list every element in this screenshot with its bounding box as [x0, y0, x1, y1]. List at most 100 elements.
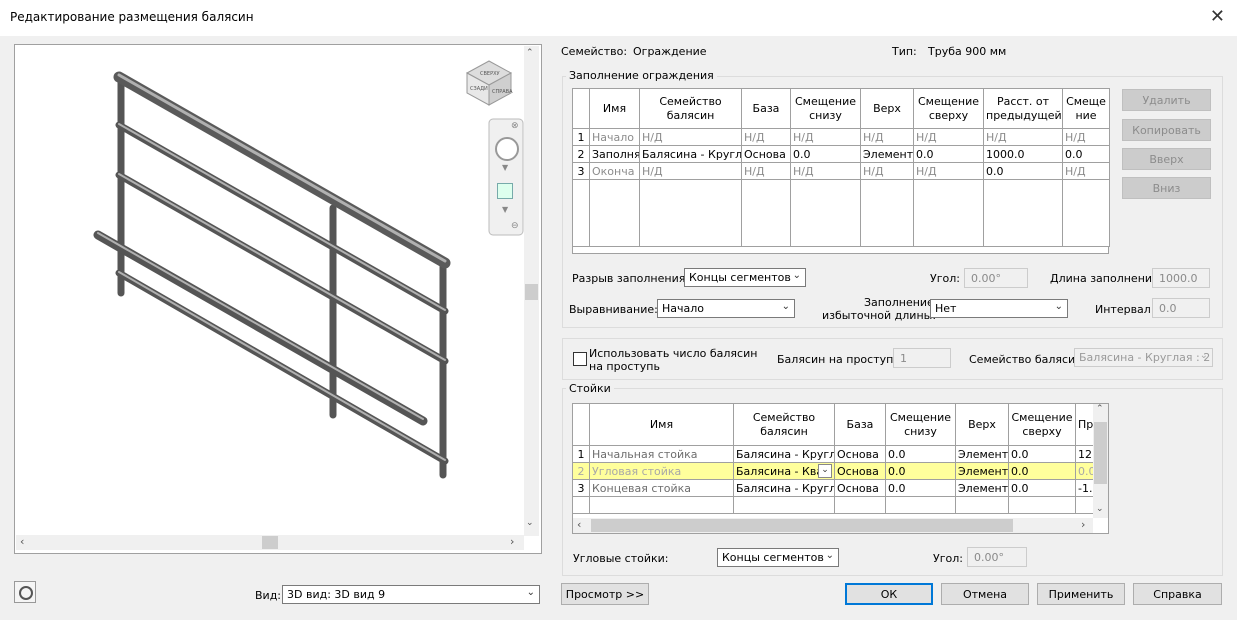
per-tread-checkbox-label-line1: Использовать число балясин	[589, 347, 758, 360]
svg-text:СВЕРХУ: СВЕРХУ	[480, 71, 500, 77]
help-button[interactable]: Справка	[1133, 583, 1222, 605]
viewcube-icon: СВЕРХУ СЗАДИ СПРАВА	[465, 60, 513, 106]
balusters-per-tread-label: Балясин на проступь:	[777, 353, 904, 366]
view-label: Вид:	[255, 589, 282, 602]
corner-posts-label: Угловые стойки:	[573, 552, 669, 565]
scroll-down-icon[interactable]: ⌄	[526, 518, 534, 528]
posts-table: Имя Семейство балясин База Смещение сниз…	[572, 403, 1094, 514]
apply-button[interactable]: Применить	[1037, 583, 1125, 605]
excess-select[interactable]: Нет ⌄	[930, 299, 1068, 318]
use-per-tread-checkbox[interactable]	[573, 352, 587, 366]
svg-text:СПРАВА: СПРАВА	[492, 89, 513, 95]
corner-posts-select[interactable]: Концы сегментов ⌄	[717, 548, 839, 567]
column-header: Смещение снизу	[885, 403, 956, 446]
cancel-button[interactable]: Отмена	[941, 583, 1029, 605]
excess-label-line1: Заполнение	[864, 296, 934, 309]
spacing-field[interactable]: 0.0	[1152, 298, 1210, 318]
break-select[interactable]: Концы сегментов ⌄	[684, 268, 806, 287]
scroll-thumb[interactable]	[591, 519, 1013, 532]
posts-angle-field[interactable]: 0.00°	[967, 547, 1027, 567]
column-header	[572, 88, 590, 129]
column-header: Смеще ние	[1062, 88, 1110, 129]
posts-horizontal-scrollbar[interactable]: ‹ ›	[573, 518, 1093, 533]
preview-button[interactable]: Просмотр >>	[561, 583, 649, 605]
infill-table: Имя Семейство балясин База Смещение сниз…	[572, 88, 1110, 247]
scroll-right-icon[interactable]: ›	[1081, 518, 1085, 531]
chevron-down-icon: ⌄	[1054, 301, 1063, 312]
table-row-empty	[572, 179, 1110, 247]
view-select[interactable]: 3D вид: 3D вид 9 ⌄	[282, 585, 540, 604]
column-header: Смещение снизу	[790, 88, 861, 129]
scroll-right-icon[interactable]: ›	[510, 535, 514, 548]
table-row[interactable]: 3 Оконча Н/Д Н/Д Н/Д Н/Д Н/Д 0.0 Н/Д	[572, 162, 1110, 180]
baluster-family-select[interactable]: Балясина - Круглая : 2 ⌄	[1074, 348, 1213, 367]
column-header: Имя	[589, 403, 734, 446]
column-header: Смещение сверху	[913, 88, 984, 129]
chevron-down-icon[interactable]: ⌄	[818, 464, 832, 478]
break-label: Разрыв заполнения:	[572, 272, 690, 285]
balusters-per-tread-field[interactable]: 1	[893, 348, 951, 368]
column-header: Верх	[860, 88, 914, 129]
scroll-up-icon[interactable]: ⌃	[1096, 404, 1104, 414]
infill-length-field[interactable]: 1000.0	[1152, 268, 1210, 288]
column-header: Семейство балясин	[733, 403, 835, 446]
column-header: Расст. от предыдущей	[983, 88, 1063, 129]
family-value: Ограждение	[633, 45, 707, 58]
column-header: Смещение сверху	[1008, 403, 1076, 446]
wheel-dropdown-icon[interactable]: ▼	[502, 163, 508, 172]
table-row[interactable]: 2 Заполня Балясина - Кругл Основа 0.0 Эл…	[572, 145, 1110, 163]
ok-button[interactable]: ОК	[845, 583, 933, 605]
viewport-horizontal-scrollbar[interactable]: ‹ ›	[16, 535, 524, 550]
table-row[interactable]: 3 Концевая стойка Балясина - Кругл Основ…	[572, 479, 1094, 497]
scroll-down-icon[interactable]: ⌄	[1096, 504, 1104, 514]
move-down-button[interactable]: Вниз	[1122, 177, 1211, 199]
per-tread-checkbox-label-line2: на проступь	[589, 360, 660, 373]
steering-wheel-button[interactable]	[14, 581, 36, 603]
posts-vertical-scrollbar[interactable]: ⌃ ⌄	[1093, 404, 1108, 518]
scroll-thumb[interactable]	[1094, 422, 1107, 484]
viewport-vertical-scrollbar[interactable]: ⌃ ⌄	[524, 46, 539, 536]
infill-length-label: Длина заполнения:	[1050, 272, 1163, 285]
svg-text:СЗАДИ: СЗАДИ	[470, 86, 488, 92]
justify-select[interactable]: Начало ⌄	[657, 299, 795, 318]
spacing-label: Интервал:	[1095, 303, 1155, 316]
table-row[interactable]: 1 Начало Н/Д Н/Д Н/Д Н/Д Н/Д Н/Д Н/Д	[572, 128, 1110, 146]
scroll-up-icon[interactable]: ⌃	[526, 48, 534, 58]
steering-wheel-icon[interactable]	[495, 137, 519, 161]
wheel-icon	[19, 586, 33, 600]
table-row[interactable]: 1 Начальная стойка Балясина - Кругл Осно…	[572, 445, 1094, 463]
zoom-icon[interactable]	[497, 183, 513, 199]
justify-label: Выравнивание:	[569, 303, 658, 316]
column-header: Пр	[1075, 403, 1094, 446]
scroll-thumb[interactable]	[262, 536, 278, 549]
column-header: Верх	[955, 403, 1009, 446]
chevron-down-icon: ⌄	[825, 550, 834, 561]
zoom-dropdown-icon[interactable]: ▼	[502, 205, 508, 214]
chevron-down-icon: ⌄	[526, 587, 535, 598]
scroll-thumb[interactable]	[525, 284, 538, 300]
chevron-down-icon: ⌄	[792, 270, 801, 281]
navbar-options-icon[interactable]: ⊖	[511, 221, 519, 231]
table-row-selected[interactable]: 2 Угловая стойка Балясина - Ква ⌄ Основа …	[572, 462, 1094, 480]
move-up-button[interactable]: Вверх	[1122, 148, 1211, 170]
chevron-down-icon: ⌄	[1199, 350, 1208, 361]
angle-field[interactable]: 0.00°	[964, 268, 1028, 288]
baluster-family-label: Семейство балясин:	[969, 353, 1087, 366]
scroll-left-icon[interactable]: ‹	[577, 518, 581, 531]
railing-3d-preview: СВЕРХУ СЗАДИ СПРАВА	[93, 60, 524, 479]
column-header: Имя	[589, 88, 640, 129]
delete-button[interactable]: Удалить	[1122, 89, 1211, 111]
close-icon[interactable]: ✕	[1210, 6, 1225, 27]
copy-button[interactable]: Копировать	[1122, 119, 1211, 141]
preview-viewport[interactable]: СВЕРХУ СЗАДИ СПРАВА ⊗ ▼ ▼ ⊖	[14, 44, 542, 554]
angle-label: Угол:	[930, 272, 960, 285]
posts-group-title: Стойки	[566, 382, 614, 395]
column-header	[572, 403, 590, 446]
navbar-close-icon[interactable]: ⊗	[511, 121, 519, 131]
scroll-left-icon[interactable]: ‹	[20, 535, 24, 548]
infill-group-title: Заполнение ограждения	[566, 69, 717, 82]
posts-angle-label: Угол:	[933, 552, 963, 565]
column-header: База	[741, 88, 791, 129]
column-header: База	[834, 403, 886, 446]
corner-post-family-cell[interactable]: Балясина - Ква ⌄	[733, 462, 835, 480]
